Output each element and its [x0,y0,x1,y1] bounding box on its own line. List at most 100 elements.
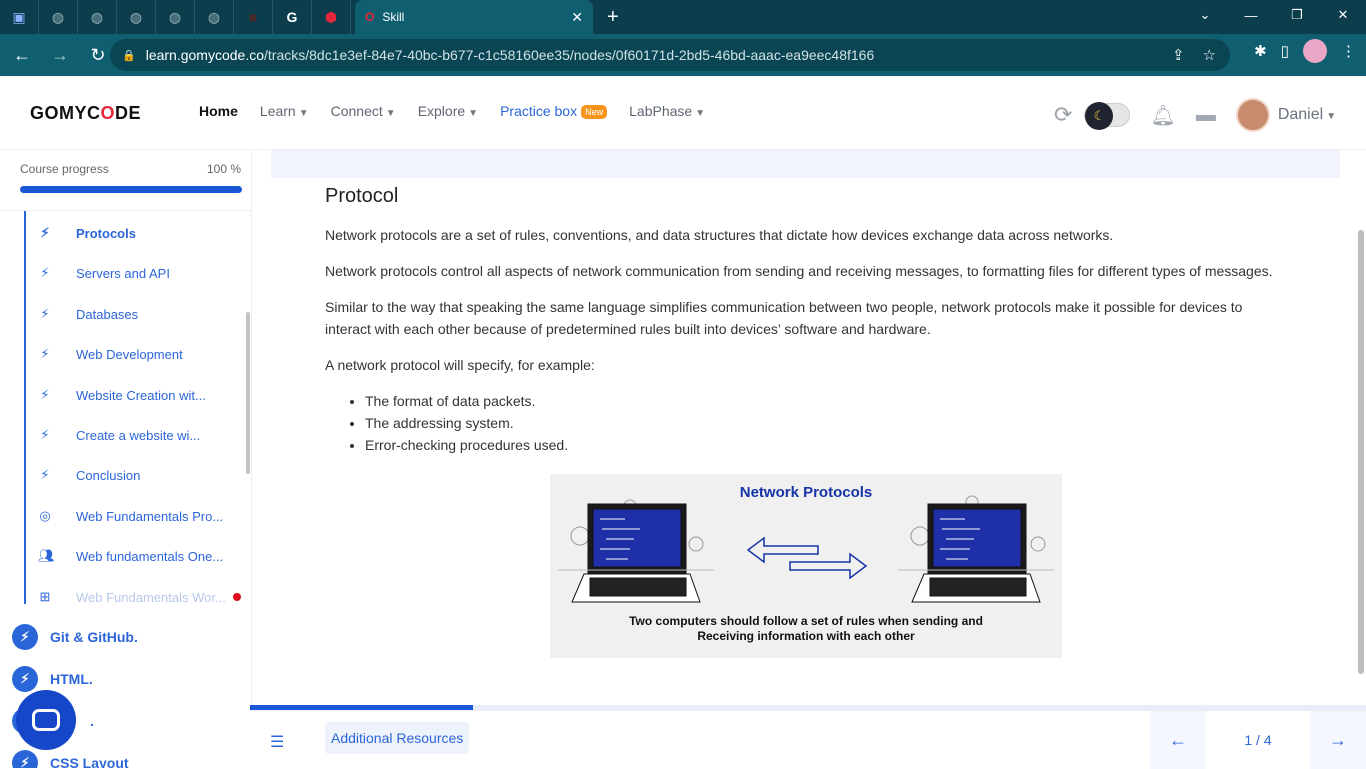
user-avatar[interactable] [1235,98,1270,132]
sidebar-item-one-on-one[interactable]: 👥︎ Web fundamentals One... [38,548,223,564]
course-progress-fill [20,186,242,193]
gomycode-logo[interactable]: GOMYCODE [30,103,141,124]
profile-avatar[interactable] [1303,39,1327,63]
laptop-icon [898,495,1054,603]
diagram-caption: Two computers should follow a set of rul… [590,614,1022,644]
browser-tab-icon[interactable]: ◍ [195,0,234,34]
sidebar-item-web-development[interactable]: ⚡︎ Web Development [38,346,182,362]
bolt-icon: ⚡︎ [40,387,50,402]
chapter-git-github[interactable]: ⚡︎ Git & GitHub. [12,624,138,650]
browser-tab-bar: ▣ ◍ ◍ ◍ ◍ ◍ ■ G ⬢ O Skill ✕ + ⌄ — ❐ ✕ [0,0,1366,34]
lock-icon: 🔒 [122,49,136,62]
browser-tab-icon[interactable]: ◍ [117,0,156,34]
sidebar-item-create-website[interactable]: ⚡︎ Create a website wi... [38,427,200,443]
lesson-content: Protocol Network protocols are a set of … [325,185,1325,456]
url-domain: learn.gomycode.co [145,47,264,63]
nav-home[interactable]: Home [199,103,238,119]
toolbar-right: ✱ ▯ ⋮ [1254,39,1356,63]
address-bar[interactable]: 🔒 learn.gomycode.co/tracks/8dc1e3ef-84e7… [110,39,1230,71]
user-name: Daniel [1277,106,1324,123]
network-protocols-diagram: Network Protocols Two computers should f… [550,474,1062,658]
course-progress-label: Course progress [20,162,109,176]
content-scrollbar[interactable] [1358,230,1364,674]
chevron-down-icon: ▼ [695,108,706,119]
bolt-icon: ⚡︎ [12,750,38,768]
divider [0,210,251,211]
sidebar-item-protocols[interactable]: ⚡︎ Protocols [38,225,136,241]
nav-learn[interactable]: Learn ▼ [260,103,309,119]
people-icon: 👥︎ [38,548,55,563]
lesson-label: Web Fundamentals Wor... [76,589,226,605]
laptop-icon [558,499,714,603]
caption-line: Two computers should follow a set of rul… [629,614,983,628]
chevron-down-icon: ▼ [385,108,396,119]
browser-tab-icon[interactable]: ⬢ [312,0,351,34]
browser-tab-icon[interactable]: ■ [234,0,273,34]
sidebar-scrollbar[interactable] [246,312,250,474]
active-tab[interactable]: O Skill ✕ [355,0,593,34]
bookmark-star-icon[interactable]: ☆ [1203,46,1216,64]
list-item: Error-checking procedures used. [365,434,1325,456]
nav-labphase[interactable]: LabPhase ▼ [629,103,705,119]
chapter-label: . [90,713,94,729]
user-menu[interactable]: Daniel ▼ [1278,106,1336,124]
lesson-title: Protocol [325,185,399,207]
list-item: The addressing system. [365,412,1325,434]
chevron-down-icon: ▼ [468,108,479,119]
paragraph: Network protocols control all aspects of… [325,263,1273,279]
lesson-label: Web fundamentals One... [76,548,224,564]
restore-icon[interactable]: ❐ [1274,0,1320,30]
chapter-css-layout[interactable]: ⚡︎ CSS Layout [12,750,129,768]
bell-icon[interactable]: 🔔︎ [1150,103,1175,128]
back-icon[interactable]: ← [6,39,38,71]
extensions-icon[interactable]: ✱ [1254,42,1267,60]
messages-icon[interactable]: ▬ [1196,104,1216,127]
nav-practice-box[interactable]: Practice box New [500,103,608,120]
support-chat-button[interactable] [16,690,76,750]
sidebar-item-website-creation[interactable]: ⚡︎ Website Creation wit... [38,387,205,403]
main-nav: Home Learn ▼ Connect ▼ Explore ▼ Practice b… [199,103,705,120]
side-panel-icon[interactable]: ▯ [1281,42,1289,60]
bolt-icon: ⚡︎ [40,306,50,321]
nav-explore[interactable]: Explore ▼ [418,103,478,119]
previous-page-button[interactable]: ← [1150,711,1206,769]
menu-icon[interactable]: ⋮ [1341,42,1356,60]
table-of-contents-icon[interactable]: ☰ [270,732,284,752]
sidebar-item-conclusion[interactable]: ⚡︎ Conclusion [38,467,140,483]
browser-tab-icon[interactable]: ▣ [0,0,39,34]
close-window-icon[interactable]: ✕ [1320,0,1366,30]
share-icon[interactable]: ⇪ [1172,46,1185,64]
sidebar-item-servers-api[interactable]: ⚡︎ Servers and API [38,265,170,281]
bottom-bar: ☰ Additional Resources ← 1 / 4 → [250,710,1366,769]
bolt-icon: ⚡︎ [40,467,50,482]
course-progress-percent: 100 % [206,162,241,176]
minimize-icon[interactable]: — [1228,0,1274,30]
sidebar-item-databases[interactable]: ⚡︎ Databases [38,306,138,322]
bolt-icon: ⚡︎ [40,427,50,442]
sidebar-item-project[interactable]: ◎ Web Fundamentals Pro... [38,508,223,524]
alert-dot [233,593,241,601]
chapter-html[interactable]: ⚡︎ HTML. [12,666,93,692]
browser-tab-icon[interactable]: ◍ [78,0,117,34]
additional-resources-button[interactable]: Additional Resources [325,722,470,754]
browser-tab-icon[interactable]: ◍ [156,0,195,34]
next-page-button[interactable]: → [1310,711,1366,769]
chapter-label: Git & GitHub. [50,629,138,645]
chapter-label: HTML. [50,671,93,687]
refresh-icon[interactable]: ⟳ [1054,102,1072,128]
google-tab-icon[interactable]: G [273,0,312,34]
new-tab-icon[interactable]: + [607,6,619,29]
nav-explore-label: Explore [417,103,466,119]
nav-connect[interactable]: Connect ▼ [331,103,396,119]
forward-icon[interactable]: → [44,39,76,71]
tab-search-icon[interactable]: ⌄ [1182,0,1228,30]
dark-mode-toggle[interactable]: ☾ [1084,102,1131,130]
lesson-label: Create a website wi... [76,427,201,443]
lesson-label: Web Fundamentals Pro... [76,508,224,524]
new-badge: New [581,105,608,120]
browser-tab-icon[interactable]: ◍ [39,0,78,34]
close-tab-icon[interactable]: ✕ [571,9,583,26]
page-indicator: 1 / 4 [1244,732,1272,748]
sidebar-item-workshop[interactable]: ⊞ Web Fundamentals Wor... [38,589,241,605]
lesson-label: Databases [76,306,139,322]
